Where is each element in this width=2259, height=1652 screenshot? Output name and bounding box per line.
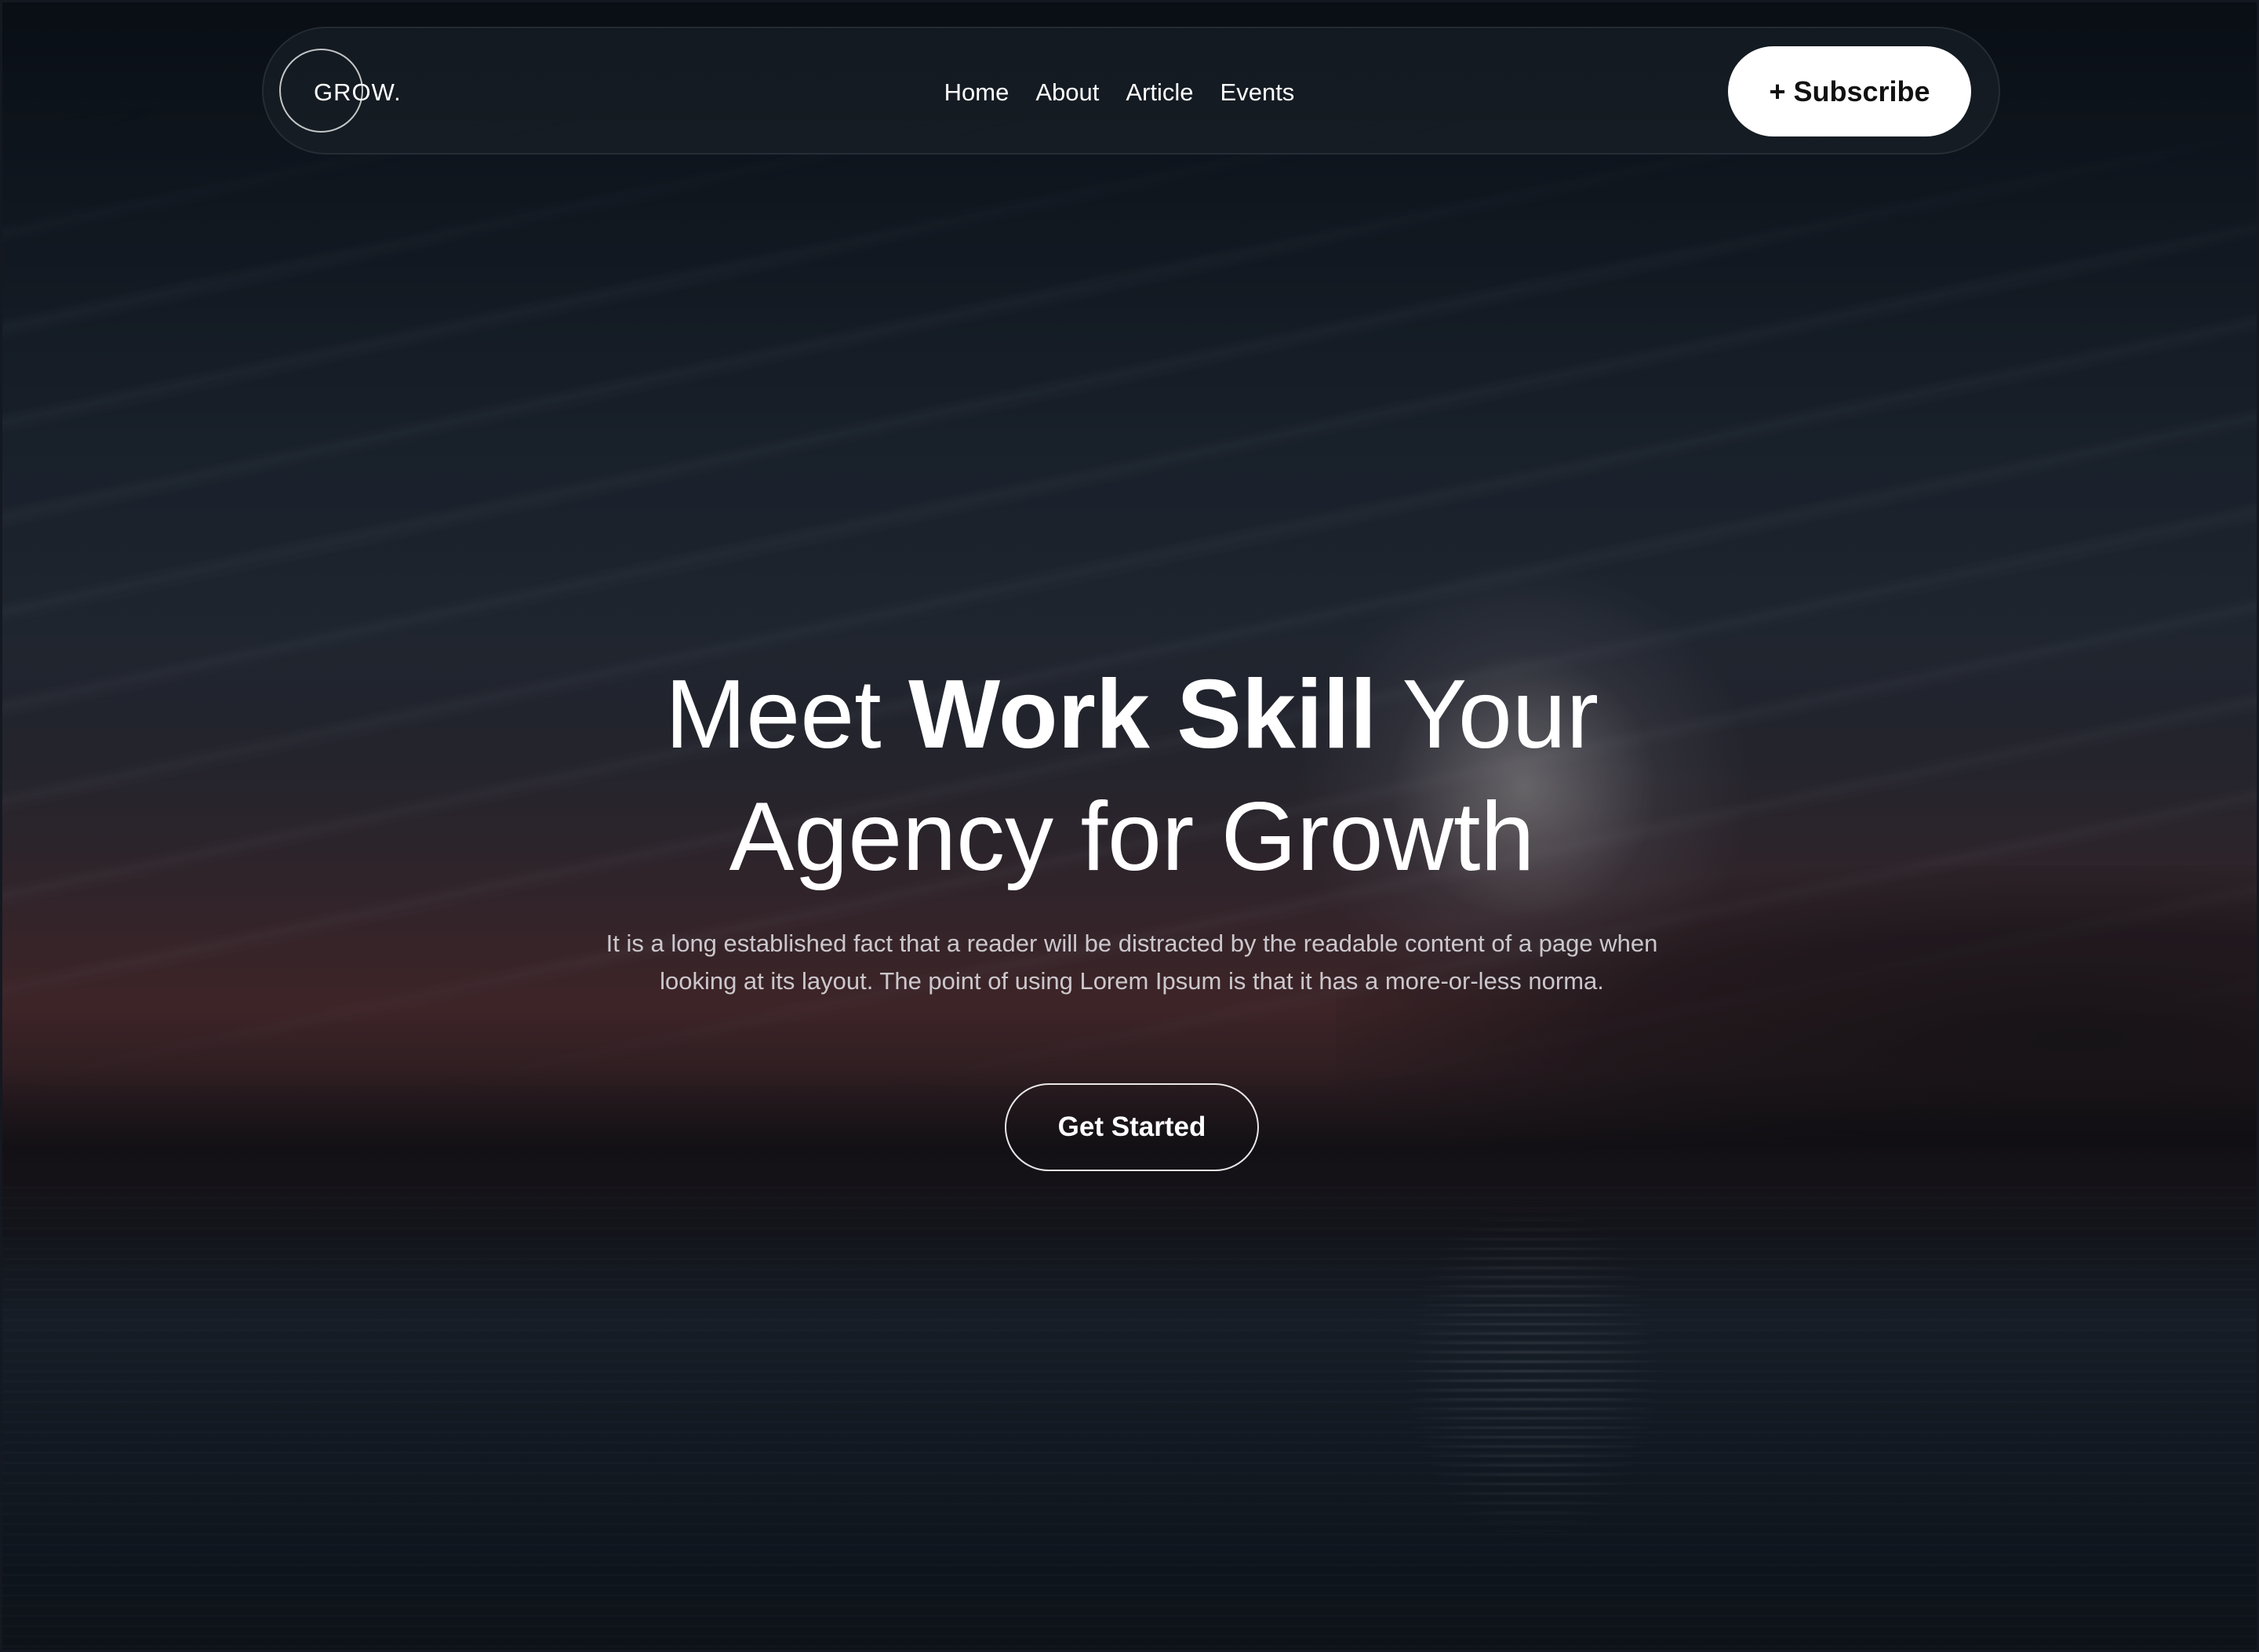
- hero-title-line2: Agency for Growth: [729, 783, 1535, 891]
- hero-title-bold: Work Skill: [908, 660, 1377, 769]
- hero-subtitle: It is a long established fact that a rea…: [606, 930, 1658, 995]
- get-started-button[interactable]: Get Started: [1005, 1083, 1259, 1171]
- landing-page: GROW. Home About Article Events + Subscr…: [0, 0, 2259, 1652]
- nav-link-home[interactable]: Home: [944, 78, 1009, 107]
- nav-link-about[interactable]: About: [1035, 78, 1099, 107]
- hero-section: Meet Work Skill Your Agency for Growth It…: [2, 653, 2257, 1171]
- nav-link-events[interactable]: Events: [1220, 78, 1295, 107]
- hero-title-post: Your: [1377, 660, 1599, 769]
- hero-title: Meet Work Skill Your Agency for Growth: [2, 653, 2257, 898]
- top-navbar: GROW. Home About Article Events + Subscr…: [262, 27, 2000, 155]
- nav-link-article[interactable]: Article: [1126, 78, 1193, 107]
- logo-ring-icon: [279, 49, 363, 133]
- subscribe-button[interactable]: + Subscribe: [1728, 46, 1971, 136]
- hero-title-pre: Meet: [664, 660, 909, 769]
